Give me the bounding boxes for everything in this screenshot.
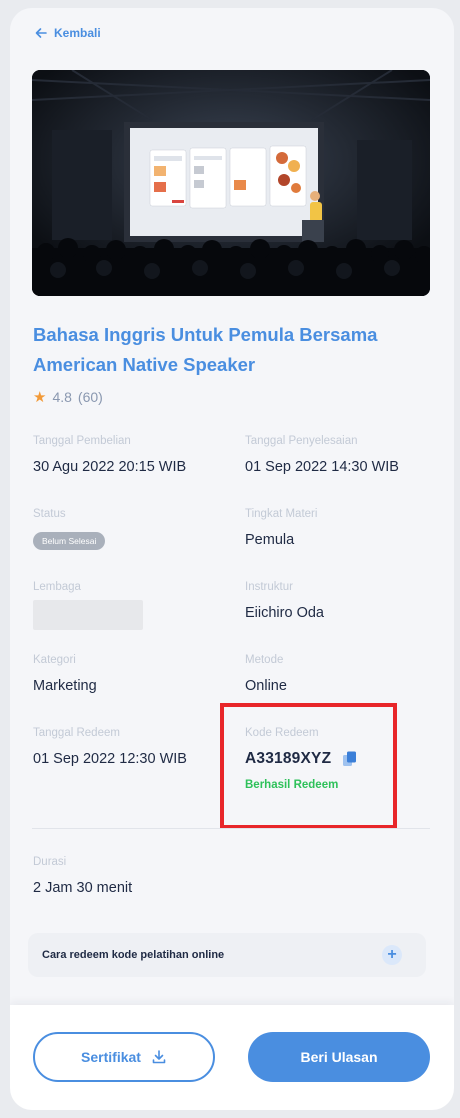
back-label: Kembali	[54, 26, 101, 40]
redeem-guide-accordion[interactable]: Cara redeem kode pelatihan online +	[28, 933, 426, 977]
review-button[interactable]: Beri Ulasan	[248, 1032, 430, 1082]
method-field: Metode Online	[245, 654, 287, 695]
status-label: Status	[33, 508, 66, 520]
purchase-date-value: 30 Agu 2022 20:15 WIB	[33, 459, 187, 475]
duration-field: Durasi 2 Jam 30 menit	[33, 856, 132, 897]
redeem-code-highlight	[220, 703, 397, 829]
level-label: Tingkat Materi	[245, 508, 318, 520]
redeem-date-value: 01 Sep 2022 12:30 WIB	[33, 751, 187, 767]
category-field: Kategori Marketing	[33, 654, 97, 695]
status-badge: Belum Selesai	[33, 532, 106, 550]
instructor-label: Instruktur	[245, 581, 293, 593]
review-count: (60)	[77, 389, 103, 405]
course-rating: ★ 4.8 (60)	[33, 388, 103, 406]
star-icon: ★	[33, 389, 47, 406]
duration-value: 2 Jam 30 menit	[33, 880, 133, 896]
level-value: Pemula	[245, 532, 295, 548]
accordion-label: Cara redeem kode pelatihan online	[42, 949, 225, 961]
institution-placeholder	[33, 600, 143, 630]
completion-date-label: Tanggal Penyelesaian	[245, 435, 358, 447]
certificate-button[interactable]: Sertifikat	[33, 1032, 215, 1082]
method-value: Online	[245, 678, 287, 694]
instructor-field: Instruktur Eiichiro Oda	[245, 581, 324, 622]
course-thumbnail	[32, 70, 430, 296]
category-value: Marketing	[33, 678, 97, 694]
institution-field: Lembaga	[33, 581, 143, 634]
plus-icon[interactable]: +	[382, 945, 402, 965]
completion-date-field: Tanggal Penyelesaian 01 Sep 2022 14:30 W…	[245, 435, 399, 476]
institution-label: Lembaga	[33, 581, 81, 593]
status-field: Status Belum Selesai	[33, 508, 106, 550]
purchase-date-field: Tanggal Pembelian 30 Agu 2022 20:15 WIB	[33, 435, 186, 476]
method-label: Metode	[245, 654, 284, 666]
level-field: Tingkat Materi Pemula	[245, 508, 317, 549]
completion-date-value: 01 Sep 2022 14:30 WIB	[245, 459, 399, 475]
purchase-date-label: Tanggal Pembelian	[33, 435, 131, 447]
instructor-value: Eiichiro Oda	[245, 605, 324, 621]
redeem-date-field: Tanggal Redeem 01 Sep 2022 12:30 WIB	[33, 727, 187, 768]
course-title: Bahasa Inggris Untuk Pemula Bersama Amer…	[33, 324, 378, 375]
rating-value: 4.8	[52, 389, 72, 405]
download-icon	[152, 1050, 166, 1064]
arrow-left-icon	[35, 28, 47, 38]
footer-actions: Sertifikat Beri Ulasan	[10, 1005, 454, 1110]
course-detail-card: Kembali Bahasa Inggris Untuk Pemula Bers…	[10, 8, 454, 1110]
certificate-label: Sertifikat	[81, 1049, 141, 1065]
section-divider	[32, 828, 430, 829]
duration-label: Durasi	[33, 856, 67, 868]
review-label: Beri Ulasan	[300, 1049, 378, 1065]
category-label: Kategori	[33, 654, 76, 666]
back-link[interactable]: Kembali	[34, 26, 101, 40]
redeem-date-label: Tanggal Redeem	[33, 727, 120, 739]
